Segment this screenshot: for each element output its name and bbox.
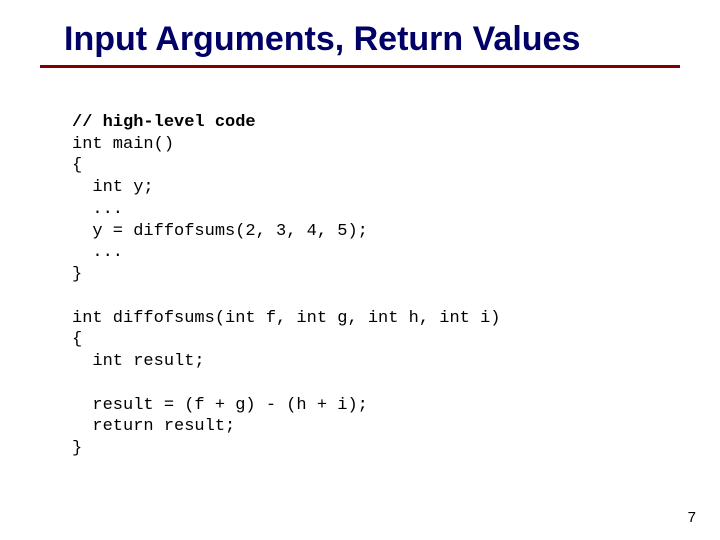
code-line: { bbox=[72, 156, 82, 175]
code-line: int diffofsums(int f, int g, int h, int … bbox=[72, 309, 500, 328]
code-line: ... bbox=[72, 243, 123, 262]
code-line: int main() bbox=[72, 135, 174, 154]
slide: Input Arguments, Return Values // high-l… bbox=[0, 0, 720, 540]
code-comment: // high-level code bbox=[72, 113, 256, 132]
code-line: int y; bbox=[72, 178, 154, 197]
code-line: ... bbox=[72, 200, 123, 219]
code-line: { bbox=[72, 330, 82, 349]
slide-title: Input Arguments, Return Values bbox=[64, 20, 680, 59]
code-line: } bbox=[72, 265, 82, 284]
code-line: int result; bbox=[72, 352, 205, 371]
code-line: } bbox=[72, 439, 82, 458]
page-number: 7 bbox=[688, 509, 696, 526]
code-block: // high-level code int main() { int y; .… bbox=[72, 90, 680, 460]
code-line: y = diffofsums(2, 3, 4, 5); bbox=[72, 222, 368, 241]
code-line: result = (f + g) - (h + i); bbox=[72, 396, 368, 415]
code-line: return result; bbox=[72, 417, 235, 436]
title-divider bbox=[40, 65, 680, 68]
